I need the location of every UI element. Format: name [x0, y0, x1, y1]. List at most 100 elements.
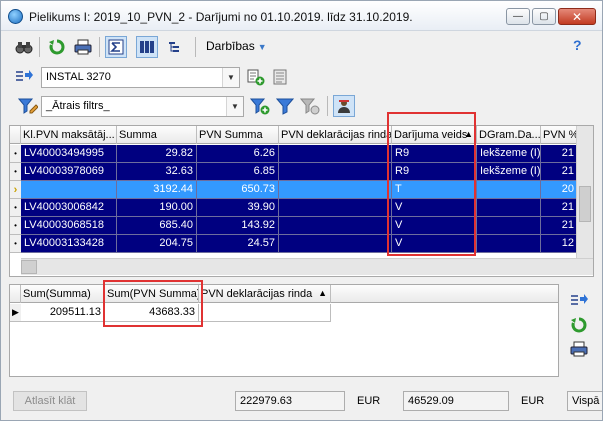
column-header-sum-summa[interactable]: Sum(Summa): [21, 285, 105, 303]
cell-pvn-pct[interactable]: 21: [541, 145, 578, 163]
minimize-button[interactable]: —: [506, 8, 530, 25]
select-add-button[interactable]: Atlasīt klāt: [13, 391, 87, 411]
cell-summa[interactable]: 32.63: [117, 163, 197, 181]
cell-dgram[interactable]: [477, 199, 541, 217]
quick-filter-select[interactable]: _Ātrais filtrs_ ▼: [41, 96, 244, 117]
list-arrow-icon[interactable]: [13, 66, 35, 88]
table-row[interactable]: • LV40003006842 190.00 39.90 V 21: [10, 199, 578, 217]
cell-dgram[interactable]: [477, 181, 541, 199]
cell-summa[interactable]: 685.40: [117, 217, 197, 235]
column-header-kl-pvn[interactable]: Kl.PVN maksātāj...: [21, 126, 117, 144]
instal-select[interactable]: INSTAL 3270 ▼: [41, 67, 240, 88]
column-header-pvn-rinda[interactable]: PVN deklarācijas rinda: [279, 126, 392, 144]
window-title: Pielikums I: 2019_10_PVN_2 - Darījumi no…: [29, 10, 413, 24]
cell-kl-pvn[interactable]: LV40003006842: [21, 199, 117, 217]
cell-pvn-rinda[interactable]: [279, 163, 392, 181]
help-icon[interactable]: ?: [573, 37, 582, 53]
header-indicator: [10, 126, 21, 144]
cell-pvn-pct[interactable]: 12: [541, 235, 578, 253]
print-icon[interactable]: [569, 339, 589, 359]
chevron-down-icon[interactable]: ▼: [222, 68, 239, 87]
chevron-down-icon[interactable]: ▼: [226, 97, 243, 116]
cell-summa[interactable]: 3192.44: [117, 181, 197, 199]
row-indicator: •: [10, 145, 21, 163]
column-header-dgram[interactable]: DGram.Da...: [477, 126, 541, 144]
user-filter-icon[interactable]: [333, 95, 355, 117]
table-row[interactable]: • LV40003133428 204.75 24.57 V 12: [10, 235, 578, 253]
toolbar-separator: [39, 37, 40, 57]
cell-pvn-pct[interactable]: 21: [541, 217, 578, 235]
sum-grid: Sum(Summa) Sum(PVN Summa) PVN deklarācij…: [9, 284, 559, 377]
cell-pvn-rinda[interactable]: [279, 199, 392, 217]
cell-kl-pvn[interactable]: LV40003133428: [21, 235, 117, 253]
cell-summa[interactable]: 190.00: [117, 199, 197, 217]
column-header-pvn-rinda[interactable]: PVN deklarācijas rinda ▲: [199, 285, 331, 303]
cell-pvn-rinda[interactable]: [279, 235, 392, 253]
table-row[interactable]: • LV40003068518 685.40 143.92 V 21: [10, 217, 578, 235]
sum-grid-header: Sum(Summa) Sum(PVN Summa) PVN deklarācij…: [10, 285, 558, 303]
toolbar-separator: [327, 96, 328, 116]
cell-kl-pvn[interactable]: LV40003068518: [21, 217, 117, 235]
add-item-icon[interactable]: [245, 66, 267, 88]
add-filter-icon[interactable]: [249, 95, 271, 117]
row-indicator: •: [10, 235, 21, 253]
list-arrow-icon[interactable]: [569, 291, 589, 311]
cell-pvn-summa[interactable]: 39.90: [197, 199, 279, 217]
column-header-summa[interactable]: Summa: [117, 126, 197, 144]
cell-pvn-summa[interactable]: 650.73: [197, 181, 279, 199]
app-window: Pielikums I: 2019_10_PVN_2 - Darījumi no…: [0, 0, 603, 421]
cell-pvn-rinda[interactable]: [279, 217, 392, 235]
cell-pvn-pct[interactable]: 20: [541, 181, 578, 199]
scrollbar-thumb[interactable]: [579, 186, 591, 222]
cell-pvn-rinda[interactable]: [199, 304, 331, 322]
tree-view-icon[interactable]: [164, 36, 186, 58]
cell-pvn-rinda[interactable]: [279, 145, 392, 163]
cell-sum-summa[interactable]: 209511.13: [21, 304, 105, 322]
cell-pvn-pct[interactable]: 21: [541, 163, 578, 181]
scrollbar-thumb[interactable]: [21, 260, 37, 274]
table-row[interactable]: • LV40003978069 32.63 6.85 R9 Iekšzeme (…: [10, 163, 578, 181]
filter-icon[interactable]: [274, 95, 296, 117]
column-header-pvn-pct[interactable]: PVN %: [541, 126, 578, 144]
cell-summa[interactable]: 204.75: [117, 235, 197, 253]
horizontal-scrollbar[interactable]: [21, 258, 593, 275]
refresh-icon[interactable]: [569, 315, 589, 335]
row-indicator: •: [10, 163, 21, 181]
row-indicator: ▶: [10, 304, 21, 322]
cell-pvn-pct[interactable]: 21: [541, 199, 578, 217]
actions-menu[interactable]: Darbības ▼: [206, 39, 267, 53]
cell-pvn-summa[interactable]: 6.85: [197, 163, 279, 181]
sort-ascending-icon: ▲: [318, 288, 327, 298]
binoculars-icon[interactable]: [13, 36, 35, 58]
sum-icon[interactable]: [105, 36, 127, 58]
cell-summa[interactable]: 29.82: [117, 145, 197, 163]
cell-dgram[interactable]: Iekšzeme (I): [477, 163, 541, 181]
cell-dgram[interactable]: [477, 217, 541, 235]
cell-pvn-rinda[interactable]: [279, 181, 392, 199]
cell-kl-pvn[interactable]: [21, 181, 117, 199]
table-row-selected[interactable]: › 3192.44 650.73 T 20: [10, 181, 578, 199]
close-button[interactable]: ✕: [558, 8, 596, 25]
total-amount-field: 222979.63: [235, 391, 345, 411]
document-list-icon[interactable]: [269, 66, 291, 88]
cell-dgram[interactable]: [477, 235, 541, 253]
vertical-scrollbar[interactable]: [576, 126, 593, 258]
columns-view-icon[interactable]: [136, 36, 158, 58]
general-option-field[interactable]: Vispā: [567, 391, 602, 411]
cell-dgram[interactable]: Iekšzeme (I): [477, 145, 541, 163]
maximize-button[interactable]: ▢: [532, 8, 556, 25]
refresh-icon[interactable]: [46, 36, 68, 58]
table-row[interactable]: • LV40003494995 29.82 6.26 R9 Iekšzeme (…: [10, 145, 578, 163]
cell-kl-pvn[interactable]: LV40003978069: [21, 163, 117, 181]
column-header-pvn-summa[interactable]: PVN Summa: [197, 126, 279, 144]
cell-pvn-summa[interactable]: 24.57: [197, 235, 279, 253]
cell-kl-pvn[interactable]: LV40003494995: [21, 145, 117, 163]
actions-menu-label: Darbības: [206, 39, 255, 53]
grid-header: Kl.PVN maksātāj... Summa PVN Summa PVN d…: [10, 126, 578, 144]
filter-settings-icon[interactable]: [299, 95, 321, 117]
cell-pvn-summa[interactable]: 6.26: [197, 145, 279, 163]
print-icon[interactable]: [72, 36, 94, 58]
chevron-down-icon: ▼: [257, 42, 267, 52]
cell-pvn-summa[interactable]: 143.92: [197, 217, 279, 235]
filter-edit-icon[interactable]: [17, 95, 39, 117]
